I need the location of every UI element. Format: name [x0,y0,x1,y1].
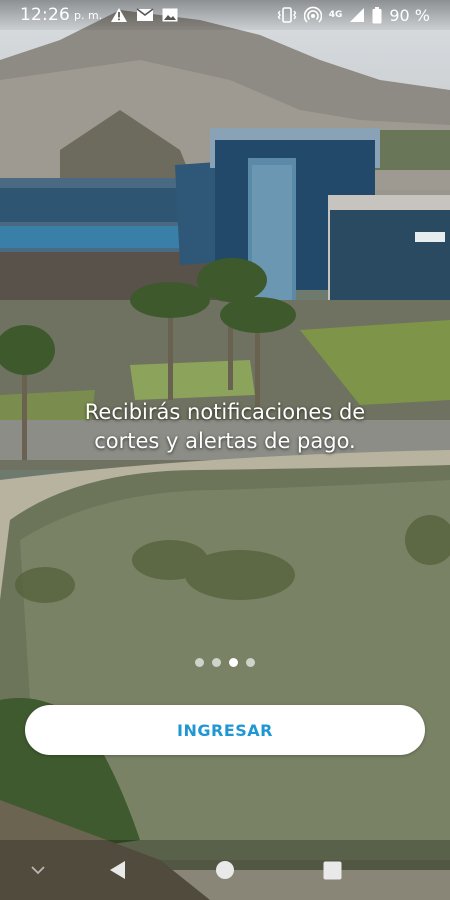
vibrate-icon [277,7,297,23]
network-4g-icon: 4G [328,9,343,20]
onboarding-screen: 12:26 p. m. 4G 90 % Recibirás notificaci… [0,0,450,900]
home-icon[interactable] [213,858,237,882]
chevron-down-icon[interactable] [28,862,48,878]
battery-percent: 90 % [389,5,430,25]
image-icon [162,8,178,22]
ingresar-button[interactable]: INGRESAR [25,705,425,755]
page-indicator [0,658,450,667]
page-dot-active [229,658,238,667]
status-time: 12:26 [20,5,70,25]
onboarding-message: Recibirás notificaciones de cortes y ale… [84,400,366,453]
status-bar: 12:26 p. m. 4G 90 % [0,0,450,30]
back-icon[interactable] [106,858,130,882]
signal-icon [349,7,365,23]
warning-icon [110,7,128,23]
page-dot [195,658,204,667]
gmail-icon [136,8,154,22]
page-dot [212,658,221,667]
hotspot-icon [303,6,322,24]
status-ampm: p. m. [74,8,103,22]
page-dot [246,658,255,667]
navigation-bar [0,840,450,900]
battery-icon [372,6,382,24]
network-type-label: 4G [328,9,343,20]
recents-icon[interactable] [320,858,344,882]
